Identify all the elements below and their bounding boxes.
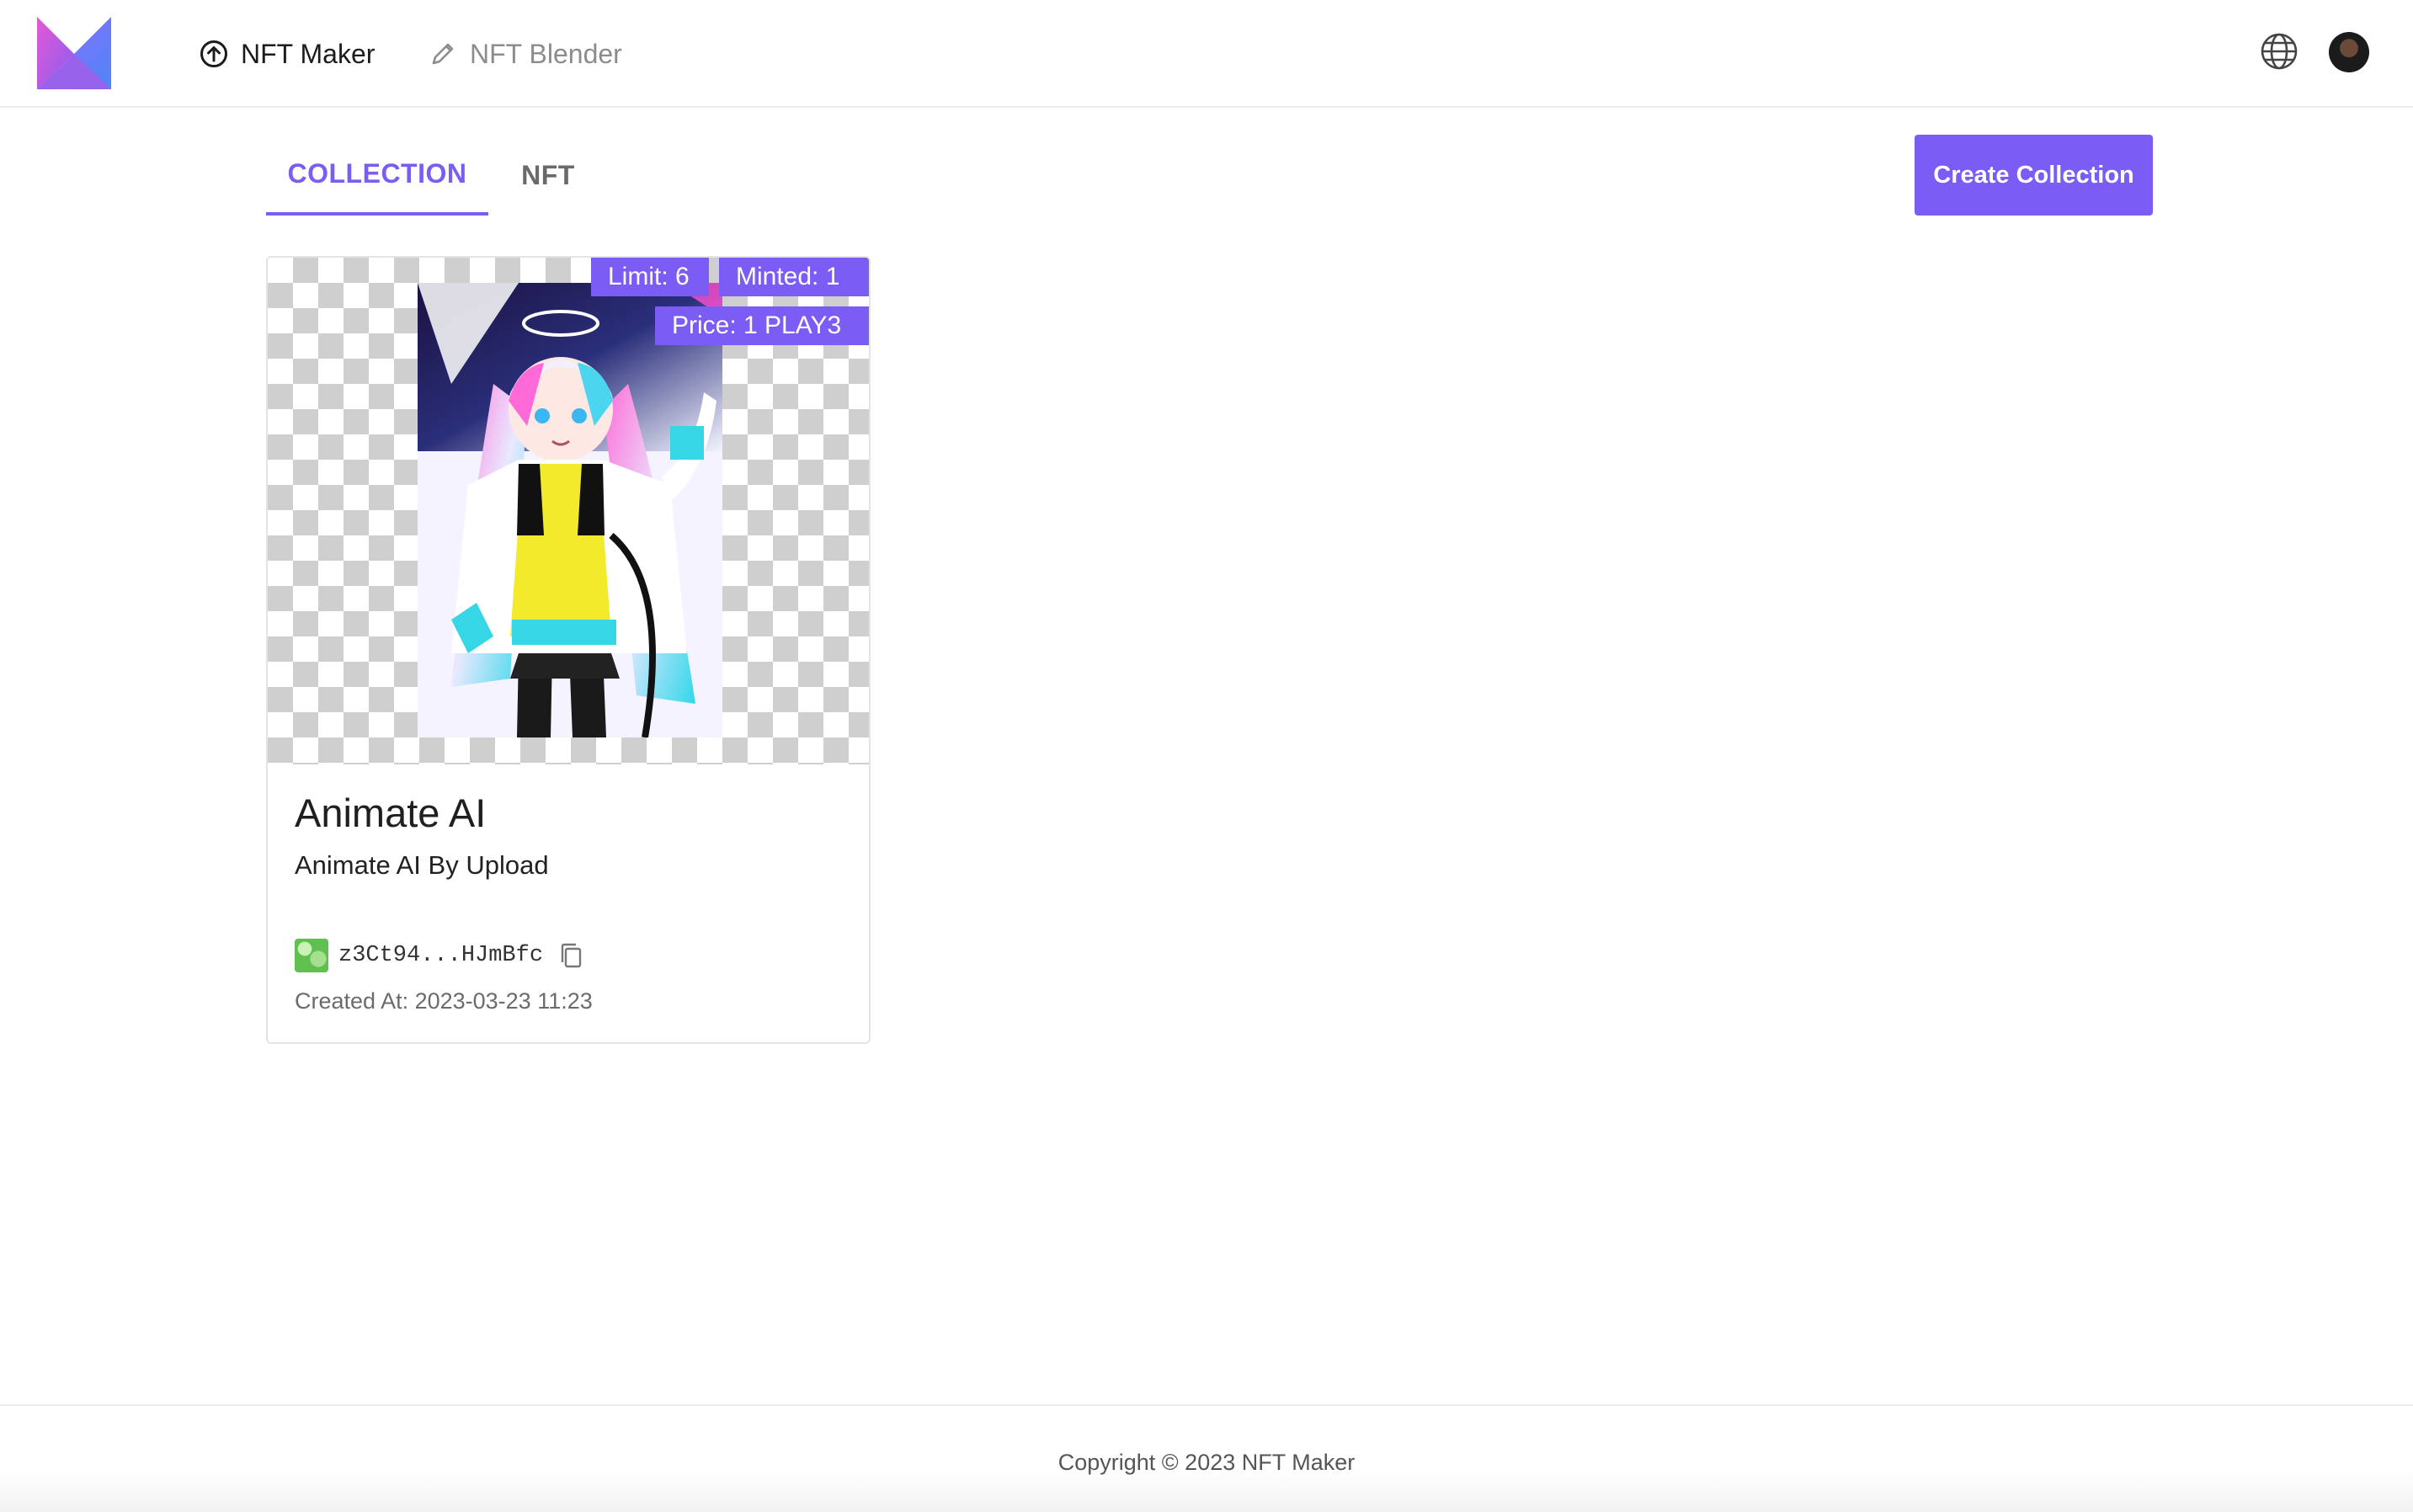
app-logo[interactable] bbox=[37, 17, 111, 89]
nav-item-nft-blender[interactable]: NFT Blender bbox=[428, 30, 622, 77]
limit-badge: Limit: 6 bbox=[591, 258, 709, 296]
collection-image-area: Limit: 6 Minted: 1 Price: 1 PLAY3 bbox=[268, 258, 869, 764]
tab-nft[interactable]: NFT bbox=[488, 135, 608, 216]
pencil-icon bbox=[432, 43, 454, 65]
page-footer: Copyright © 2023 NFT Maker bbox=[0, 1404, 2413, 1512]
price-badge: Price: 1 PLAY3 bbox=[655, 306, 869, 345]
collection-subtitle: Animate AI By Upload bbox=[295, 850, 549, 880]
nav-item-nft-maker[interactable]: NFT Maker bbox=[199, 30, 375, 77]
upload-circle-icon bbox=[200, 40, 227, 67]
nav-item-label: NFT Maker bbox=[241, 38, 376, 69]
created-at-text: Created At: 2023-03-23 11:23 bbox=[295, 988, 593, 1014]
minted-badge: Minted: 1 bbox=[719, 258, 869, 296]
collection-artwork-image bbox=[418, 283, 722, 737]
wallet-avatar-icon bbox=[295, 939, 328, 972]
tab-collection[interactable]: COLLECTION bbox=[266, 135, 488, 216]
wallet-address: z3Ct94...HJmBfc bbox=[338, 943, 544, 968]
nav-item-label: NFT Blender bbox=[470, 38, 622, 69]
owner-address-row: z3Ct94...HJmBfc bbox=[295, 938, 583, 973]
copyright-text: Copyright © 2023 NFT Maker bbox=[1057, 1450, 1356, 1475]
create-collection-button[interactable]: Create Collection bbox=[1915, 135, 2153, 216]
user-avatar[interactable] bbox=[2329, 32, 2369, 72]
collection-title: Animate AI bbox=[295, 791, 487, 835]
globe-icon[interactable] bbox=[2260, 32, 2298, 71]
copy-icon[interactable] bbox=[558, 941, 583, 970]
collection-card[interactable]: Limit: 6 Minted: 1 Price: 1 PLAY3 Animat… bbox=[266, 256, 871, 1044]
top-navigation-bar: NFT Maker NFT Blender bbox=[0, 0, 2413, 108]
